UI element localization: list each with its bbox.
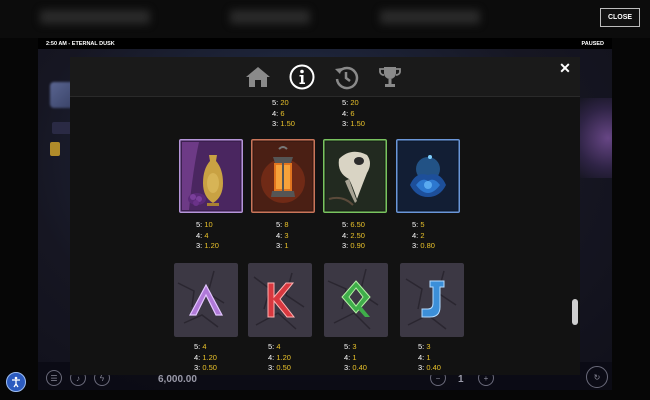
tab-history[interactable] <box>332 63 360 91</box>
paylist-partial-2: 5: 20 4: 6 3: 1.50 <box>342 98 365 128</box>
paytable-modal: ✕ 5: 20 4: 6 3: 1.50 5: 20 4: 6 3: 1.50 <box>70 57 580 375</box>
bird-skull-symbol <box>323 139 387 213</box>
paylist-partial-1: 5: 20 4: 6 3: 1.50 <box>272 98 295 128</box>
spin-icon[interactable]: ↻ <box>586 366 608 388</box>
paylist-bird-skull: 5: 6.50 4: 2.50 3: 0.90 <box>342 220 365 250</box>
modal-close-button[interactable]: ✕ <box>558 60 572 76</box>
paylist-jack: 5: 3 4: 1 3: 0.40 <box>418 342 441 372</box>
modal-tab-bar: ✕ <box>70 57 580 97</box>
ace-symbol <box>174 263 238 337</box>
blurred-text <box>380 10 480 24</box>
jack-symbol <box>400 263 464 337</box>
screen: CLOSE 2:50 AM - ETERNAL DUSK PAUSED ☰ ♪ … <box>0 0 650 400</box>
status-state: PAUSED <box>581 41 604 47</box>
paylist-ace: 5: 4 4: 1.20 3: 0.50 <box>194 342 217 372</box>
history-icon <box>335 66 359 90</box>
vase-symbol <box>179 139 243 213</box>
king-symbol <box>248 263 312 337</box>
tab-info[interactable] <box>288 63 316 91</box>
paytable-content: 5: 20 4: 6 3: 1.50 5: 20 4: 6 3: 1.50 5:… <box>70 97 580 375</box>
blurred-text <box>230 10 310 24</box>
tab-trophy[interactable] <box>376 63 404 91</box>
status-time-title: 2:50 AM - ETERNAL DUSK <box>46 41 115 47</box>
info-icon <box>289 64 315 90</box>
accessibility-icon[interactable] <box>6 372 26 392</box>
background-glow <box>578 98 612 178</box>
paylist-king: 5: 4 4: 1.20 3: 0.50 <box>268 342 291 372</box>
bet-value: 1 <box>458 374 464 385</box>
queen-symbol <box>324 263 388 337</box>
scrollbar-thumb[interactable] <box>572 299 578 325</box>
paylist-blue-rose: 5: 5 4: 2 3: 0.80 <box>412 220 435 250</box>
status-bar: 2:50 AM - ETERNAL DUSK PAUSED <box>38 38 612 49</box>
top-header: CLOSE <box>0 0 650 38</box>
background-chip <box>50 142 60 156</box>
lantern-symbol <box>251 139 315 213</box>
blue-rose-symbol <box>396 139 460 213</box>
trophy-icon <box>379 67 401 87</box>
close-game-button[interactable]: CLOSE <box>600 8 640 27</box>
tab-home[interactable] <box>244 63 272 91</box>
menu-icon[interactable]: ☰ <box>46 370 62 386</box>
home-icon <box>246 67 270 87</box>
paylist-vase: 5: 10 4: 4 3: 1.20 <box>196 220 219 250</box>
paylist-lantern: 5: 8 4: 3 3: 1 <box>276 220 289 250</box>
paylist-queen: 5: 3 4: 1 3: 0.40 <box>344 342 367 372</box>
blurred-title <box>40 10 150 24</box>
balance-value: 6,000.00 <box>158 374 197 385</box>
